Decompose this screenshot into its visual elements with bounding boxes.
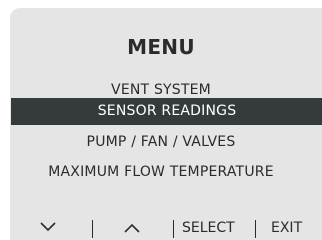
select-button[interactable]: SELECT [182,215,235,240]
menu-item-pump-fan-valves[interactable]: PUMP / FAN / VALVES [10,129,322,156]
softkey-divider [92,220,93,238]
chevron-up-icon[interactable] [124,223,140,240]
menu-item-maximum-flow-temperature[interactable]: MAXIMUM FLOW TEMPERATURE [10,159,322,186]
chevron-down-icon[interactable] [40,222,56,240]
menu-title: MENU [127,35,195,59]
softkey-bar: SELECT EXIT [10,215,322,240]
display-screen: MENU VENT SYSTEM SENSOR READINGS PUMP / … [10,8,322,240]
softkey-divider [173,220,174,238]
menu-item-sensor-readings[interactable]: SENSOR READINGS [11,98,322,125]
exit-button[interactable]: EXIT [271,215,302,240]
softkey-divider [255,220,256,238]
